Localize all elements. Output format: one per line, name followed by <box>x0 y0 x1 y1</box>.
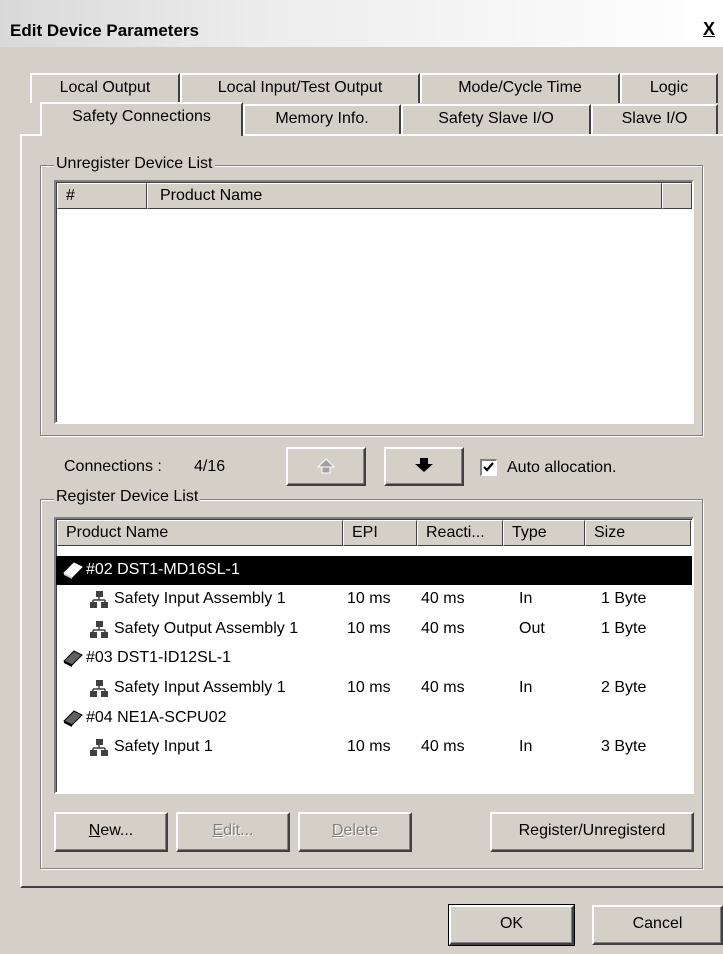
column-header-empty[interactable] <box>662 183 692 209</box>
epi-value: 10 ms <box>347 620 391 637</box>
window-title: Edit Device Parameters <box>10 21 199 40</box>
assembly-row[interactable]: Safety Input Assembly 1 10 ms 40 ms In 1… <box>56 585 692 614</box>
assembly-row[interactable]: Safety Input Assembly 1 10 ms 40 ms In 2… <box>56 674 692 703</box>
tab-safety-connections[interactable]: Safety Connections <box>40 102 243 136</box>
tab-memory-info[interactable]: Memory Info. <box>243 104 401 134</box>
column-header-type[interactable]: Type <box>503 520 585 546</box>
size-value: 1 Byte <box>601 620 647 637</box>
column-header-product-name[interactable]: Product Name <box>147 183 662 209</box>
auto-allocation-label[interactable]: Auto allocation. <box>507 459 616 477</box>
assembly-row[interactable]: Safety Output Assembly 1 10 ms 40 ms Out… <box>56 615 692 644</box>
column-header-size[interactable]: Size <box>585 520 691 546</box>
checkmark-icon <box>483 462 494 472</box>
device-row[interactable]: #03 DST1-ID12SL-1 <box>56 644 692 673</box>
size-value: 3 Byte <box>601 738 647 755</box>
register-unregister-button[interactable]: Register/Unregisterd <box>490 812 694 852</box>
reaction-value: 40 ms <box>421 590 465 607</box>
type-value: In <box>519 679 533 696</box>
network-assembly-icon <box>90 739 108 756</box>
assembly-name: Safety Input Assembly 1 <box>114 679 286 696</box>
tab-safety-slave-io[interactable]: Safety Slave I/O <box>401 104 591 134</box>
assembly-row[interactable]: Safety Input 1 10 ms 40 ms In 3 Byte <box>56 733 692 762</box>
assembly-name: Safety Input Assembly 1 <box>114 590 286 607</box>
device-icon <box>63 650 83 667</box>
device-name: #04 NE1A-SCPU02 <box>86 709 227 726</box>
device-name: #03 DST1-ID12SL-1 <box>86 649 231 666</box>
assembly-name: Safety Input 1 <box>114 738 213 755</box>
tab-local-input-test-output[interactable]: Local Input/Test Output <box>180 73 420 103</box>
tab-mode-cycle-time[interactable]: Mode/Cycle Time <box>420 73 620 103</box>
new-button[interactable]: New... <box>54 812 168 852</box>
column-header-number[interactable]: # <box>57 183 147 209</box>
device-icon <box>63 710 83 727</box>
connections-label: Connections : <box>64 458 162 475</box>
unregister-device-list[interactable]: # Product Name <box>54 180 694 424</box>
network-assembly-icon <box>90 621 108 638</box>
unregister-device-list-title: Unregister Device List <box>54 155 215 173</box>
type-value: In <box>519 738 533 755</box>
register-device-list-title: Register Device List <box>54 488 201 506</box>
epi-value: 10 ms <box>347 679 391 696</box>
type-value: In <box>519 590 533 607</box>
device-row[interactable]: #02 DST1-MD16SL-1 <box>56 556 692 585</box>
cancel-button[interactable]: Cancel <box>592 905 723 945</box>
type-value: Out <box>519 620 545 637</box>
delete-button[interactable]: Delete <box>298 812 412 852</box>
epi-value: 10 ms <box>347 590 391 607</box>
size-value: 1 Byte <box>601 590 647 607</box>
network-assembly-icon <box>90 680 108 697</box>
edit-button[interactable]: Edit... <box>176 812 290 852</box>
connections-value: 4/16 <box>194 458 226 475</box>
epi-value: 10 ms <box>347 738 391 755</box>
device-icon <box>63 562 83 579</box>
reaction-value: 40 ms <box>421 679 465 696</box>
move-up-arrow-icon <box>316 458 336 474</box>
reaction-value: 40 ms <box>421 738 465 755</box>
move-down-button[interactable] <box>384 447 464 486</box>
reaction-value: 40 ms <box>421 620 465 637</box>
device-row[interactable]: #04 NE1A-SCPU02 <box>56 704 692 733</box>
device-name: #02 DST1-MD16SL-1 <box>86 561 240 578</box>
close-icon[interactable]: X <box>703 19 723 40</box>
move-up-button[interactable] <box>286 447 366 486</box>
tab-slave-io[interactable]: Slave I/O <box>591 104 718 134</box>
ok-button[interactable]: OK <box>448 904 575 946</box>
assembly-name: Safety Output Assembly 1 <box>114 620 299 637</box>
register-device-list[interactable]: Product Name EPI Reacti... Type Size #02… <box>54 517 694 794</box>
auto-allocation-checkbox[interactable] <box>480 459 497 476</box>
size-value: 2 Byte <box>601 679 647 696</box>
move-down-arrow-icon <box>415 458 433 472</box>
column-header-epi[interactable]: EPI <box>343 520 417 546</box>
tab-logic[interactable]: Logic <box>620 73 718 103</box>
network-assembly-icon <box>90 591 108 608</box>
column-header-reaction[interactable]: Reacti... <box>417 520 503 546</box>
tab-local-output[interactable]: Local Output <box>30 73 180 103</box>
column-header-product-name[interactable]: Product Name <box>57 520 343 546</box>
